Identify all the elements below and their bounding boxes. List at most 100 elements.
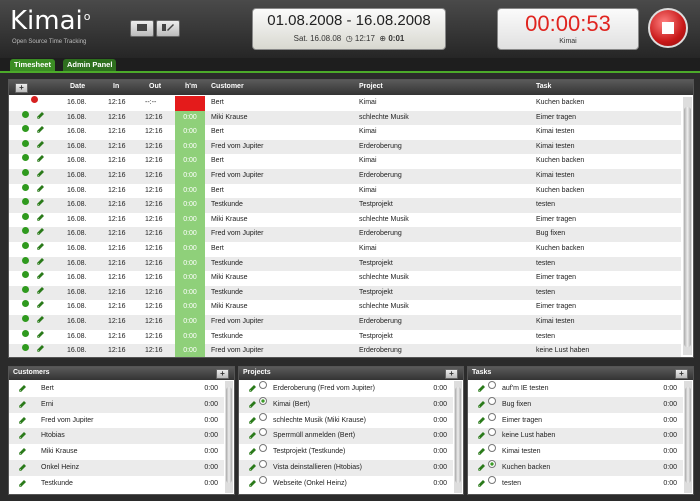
filter-radio[interactable] [488, 428, 496, 437]
table-row[interactable]: 16.08. 12:16 12:16 0:00 Bert Kimai Kuchen back… [9, 241, 681, 258]
edit-icon[interactable] [36, 140, 45, 156]
tab-timesheet[interactable]: Timesheet [10, 59, 55, 71]
list-item[interactable]: Bug fixen 0:00 [468, 396, 683, 413]
table-row[interactable]: 16.08. 12:16 12:16 0:00 Fred vom Jupiter Erde… [9, 314, 681, 330]
record-icon[interactable] [22, 183, 29, 191]
table-row[interactable]: 16.08. 12:16 12:16 0:00 Miki Krause schlechte… [9, 212, 681, 229]
list-item[interactable]: Miki Krause 0:00 [9, 444, 224, 460]
edit-icon[interactable] [36, 286, 45, 302]
add-customer-button[interactable]: + [216, 369, 229, 379]
list-item[interactable]: Bert 0:00 [9, 381, 224, 397]
filter-radio[interactable] [259, 444, 267, 453]
edit-icon[interactable] [36, 257, 45, 273]
table-row[interactable]: 16.08. 12:16 12:16 0:00 Testkunde Testprojekt… [9, 329, 681, 346]
list-item[interactable]: Htobias 0:00 [9, 428, 224, 445]
record-icon[interactable] [22, 314, 29, 322]
filter-radio[interactable] [488, 459, 496, 468]
list-item[interactable]: Onkel Heinz 0:00 [9, 459, 224, 476]
record-icon[interactable] [22, 344, 29, 352]
edit-icon[interactable] [36, 227, 45, 243]
stop-button[interactable] [648, 8, 688, 48]
record-icon[interactable] [22, 271, 29, 279]
list-item[interactable]: schlechte Musik (Miki Krause) 0:00 [239, 412, 453, 429]
table-row[interactable]: 16.08. 12:16 12:16 0:00 Testkunde Testprojekt… [9, 256, 681, 273]
date-range[interactable]: 01.08.2008 - 16.08.2008 [253, 12, 445, 29]
filter-radio[interactable] [488, 381, 496, 389]
list-item[interactable]: Kimai testen 0:00 [468, 444, 683, 460]
edit-icon[interactable] [36, 330, 45, 346]
timesheet-scrollbar[interactable] [683, 97, 692, 355]
edit-icon[interactable] [18, 479, 27, 494]
date-range-panel[interactable]: 01.08.2008 - 16.08.2008 Sat. 16.08.08 ◷ … [252, 8, 446, 50]
filter-radio[interactable] [259, 428, 267, 437]
record-icon[interactable] [22, 329, 29, 337]
add-entry-button[interactable]: + [15, 83, 28, 93]
list-item[interactable]: auf'm IE testen 0:00 [468, 381, 683, 397]
edit-icon[interactable] [36, 300, 45, 316]
tasks-scrollbar[interactable] [684, 381, 692, 493]
record-icon[interactable] [22, 154, 29, 162]
edit-icon[interactable] [36, 213, 45, 229]
col-hm[interactable]: h'm [185, 83, 197, 90]
edit-icon[interactable] [36, 242, 45, 258]
list-item[interactable]: Sperrmüll anmelden (Bert) 0:00 [239, 428, 453, 445]
list-item[interactable]: Erderoberung (Fred vom Jupiter) 0:00 [239, 381, 453, 397]
col-project[interactable]: Project [359, 83, 383, 90]
filter-radio[interactable] [259, 459, 267, 468]
list-item[interactable]: Eimer tragen 0:00 [468, 412, 683, 429]
record-icon[interactable] [22, 198, 29, 206]
record-icon[interactable] [22, 285, 29, 293]
filter-radio[interactable] [488, 444, 496, 453]
scrollbar-thumb[interactable] [455, 387, 461, 483]
edit-icon[interactable] [36, 271, 45, 287]
record-icon[interactable] [22, 125, 29, 133]
table-row[interactable]: 16.08. 12:16 --:-- Bert Kimai Kuchen backen [9, 96, 681, 111]
filter-radio[interactable] [488, 396, 496, 405]
list-item[interactable]: Kimai (Bert) 0:00 [239, 396, 453, 413]
edit-icon[interactable] [36, 111, 45, 127]
list-item[interactable]: keine Lust haben 0:00 [468, 428, 683, 445]
projects-scrollbar[interactable] [454, 381, 462, 493]
logout-button[interactable] [156, 20, 180, 37]
table-row[interactable]: 16.08. 12:16 12:16 0:00 Fred vom Jupiter Erde… [9, 344, 681, 357]
table-row[interactable]: 16.08. 12:16 12:16 0:00 Bert Kimai Kuchen back… [9, 154, 681, 169]
record-icon[interactable] [22, 256, 29, 264]
scrollbar-thumb[interactable] [226, 387, 232, 483]
edit-icon[interactable] [248, 479, 257, 494]
table-row[interactable]: 16.08. 12:16 12:16 0:00 Bert Kimai Kuchen back… [9, 183, 681, 200]
col-task[interactable]: Task [536, 83, 551, 90]
filter-radio[interactable] [259, 381, 267, 389]
list-item[interactable]: Webseite (Onkel Heinz) 0:00 [239, 475, 453, 494]
col-date[interactable]: Date [70, 83, 85, 90]
col-customer[interactable]: Customer [211, 83, 244, 90]
tab-admin-panel[interactable]: Admin Panel [63, 59, 117, 71]
list-item[interactable]: Erni 0:00 [9, 396, 224, 413]
filter-radio[interactable] [259, 412, 267, 421]
table-row[interactable]: 16.08. 12:16 12:16 0:00 Fred vom Jupiter Erde… [9, 168, 681, 185]
col-in[interactable]: In [113, 83, 119, 90]
preferences-button[interactable] [130, 20, 154, 37]
add-task-button[interactable]: + [675, 369, 688, 379]
table-row[interactable]: 16.08. 12:16 12:16 0:00 Miki Krause schlechte… [9, 110, 681, 127]
edit-icon[interactable] [36, 184, 45, 200]
scrollbar-thumb[interactable] [685, 387, 691, 483]
customers-scrollbar[interactable] [225, 381, 233, 493]
scrollbar-thumb[interactable] [684, 107, 691, 347]
col-out[interactable]: Out [149, 83, 161, 90]
list-item[interactable]: Fred vom Jupiter 0:00 [9, 413, 224, 429]
record-icon[interactable] [22, 168, 29, 176]
list-item[interactable]: Kuchen backen 0:00 [468, 459, 683, 476]
list-item[interactable]: Testprojekt (Testkunde) 0:00 [239, 444, 453, 460]
filter-radio[interactable] [259, 396, 267, 405]
filter-radio[interactable] [259, 475, 267, 484]
table-row[interactable]: 16.08. 12:16 12:16 0:00 Fred vom Jupiter Erde… [9, 139, 681, 156]
list-item[interactable]: testen 0:00 [468, 475, 683, 494]
edit-icon[interactable] [36, 169, 45, 185]
stop-record-icon[interactable] [31, 96, 38, 103]
add-project-button[interactable]: + [445, 369, 458, 379]
edit-icon[interactable] [477, 479, 486, 494]
list-item[interactable]: Vista deinstallieren (Htobias) 0:00 [239, 459, 453, 476]
edit-icon[interactable] [36, 344, 45, 357]
edit-icon[interactable] [36, 198, 45, 214]
table-row[interactable]: 16.08. 12:16 12:16 0:00 Testkunde Testprojekt… [9, 198, 681, 213]
